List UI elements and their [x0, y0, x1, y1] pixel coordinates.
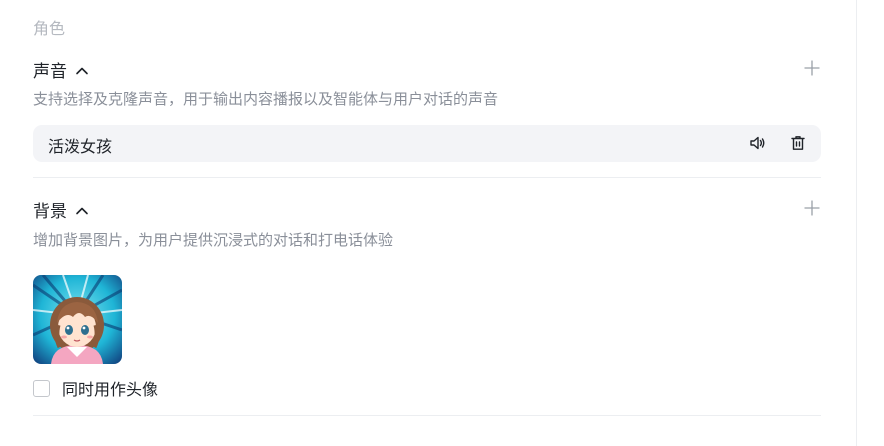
trash-icon [791, 136, 805, 150]
voice-description: 支持选择及克隆声音，用于输出内容播报以及智能体与用户对话的声音 [33, 90, 499, 108]
background-title: 背景 [33, 202, 67, 222]
background-section-toggle[interactable]: 背景 [33, 197, 89, 222]
chevron-up-icon [75, 63, 89, 77]
add-voice-button[interactable] [803, 59, 821, 77]
plus-icon [804, 60, 820, 76]
chevron-up-icon [75, 203, 89, 217]
voice-name: 活泼女孩 [48, 137, 113, 156]
use-as-avatar-row[interactable]: 同时用作头像 [33, 376, 158, 400]
speaker-icon [750, 136, 765, 150]
settings-panel: 角色 声音 支持选择及克隆声音，用于输出内容播报以及智能体与用户对话的声音 活泼… [0, 0, 857, 446]
delete-voice-button[interactable] [789, 134, 807, 152]
add-background-button[interactable] [803, 199, 821, 217]
section-header-role: 角色 [33, 19, 66, 38]
voice-section-toggle[interactable]: 声音 [33, 57, 89, 82]
voice-title: 声音 [33, 62, 67, 82]
plus-icon [804, 200, 820, 216]
background-description: 增加背景图片，为用户提供沉浸式的对话和打电话体验 [33, 231, 394, 249]
voice-item[interactable]: 活泼女孩 [33, 125, 821, 162]
divider [33, 415, 821, 416]
use-as-avatar-checkbox[interactable] [33, 379, 50, 397]
background-image-thumbnail[interactable] [33, 275, 122, 364]
play-voice-button[interactable] [748, 134, 766, 152]
divider [33, 177, 821, 178]
use-as-avatar-label: 同时用作头像 [62, 380, 159, 399]
